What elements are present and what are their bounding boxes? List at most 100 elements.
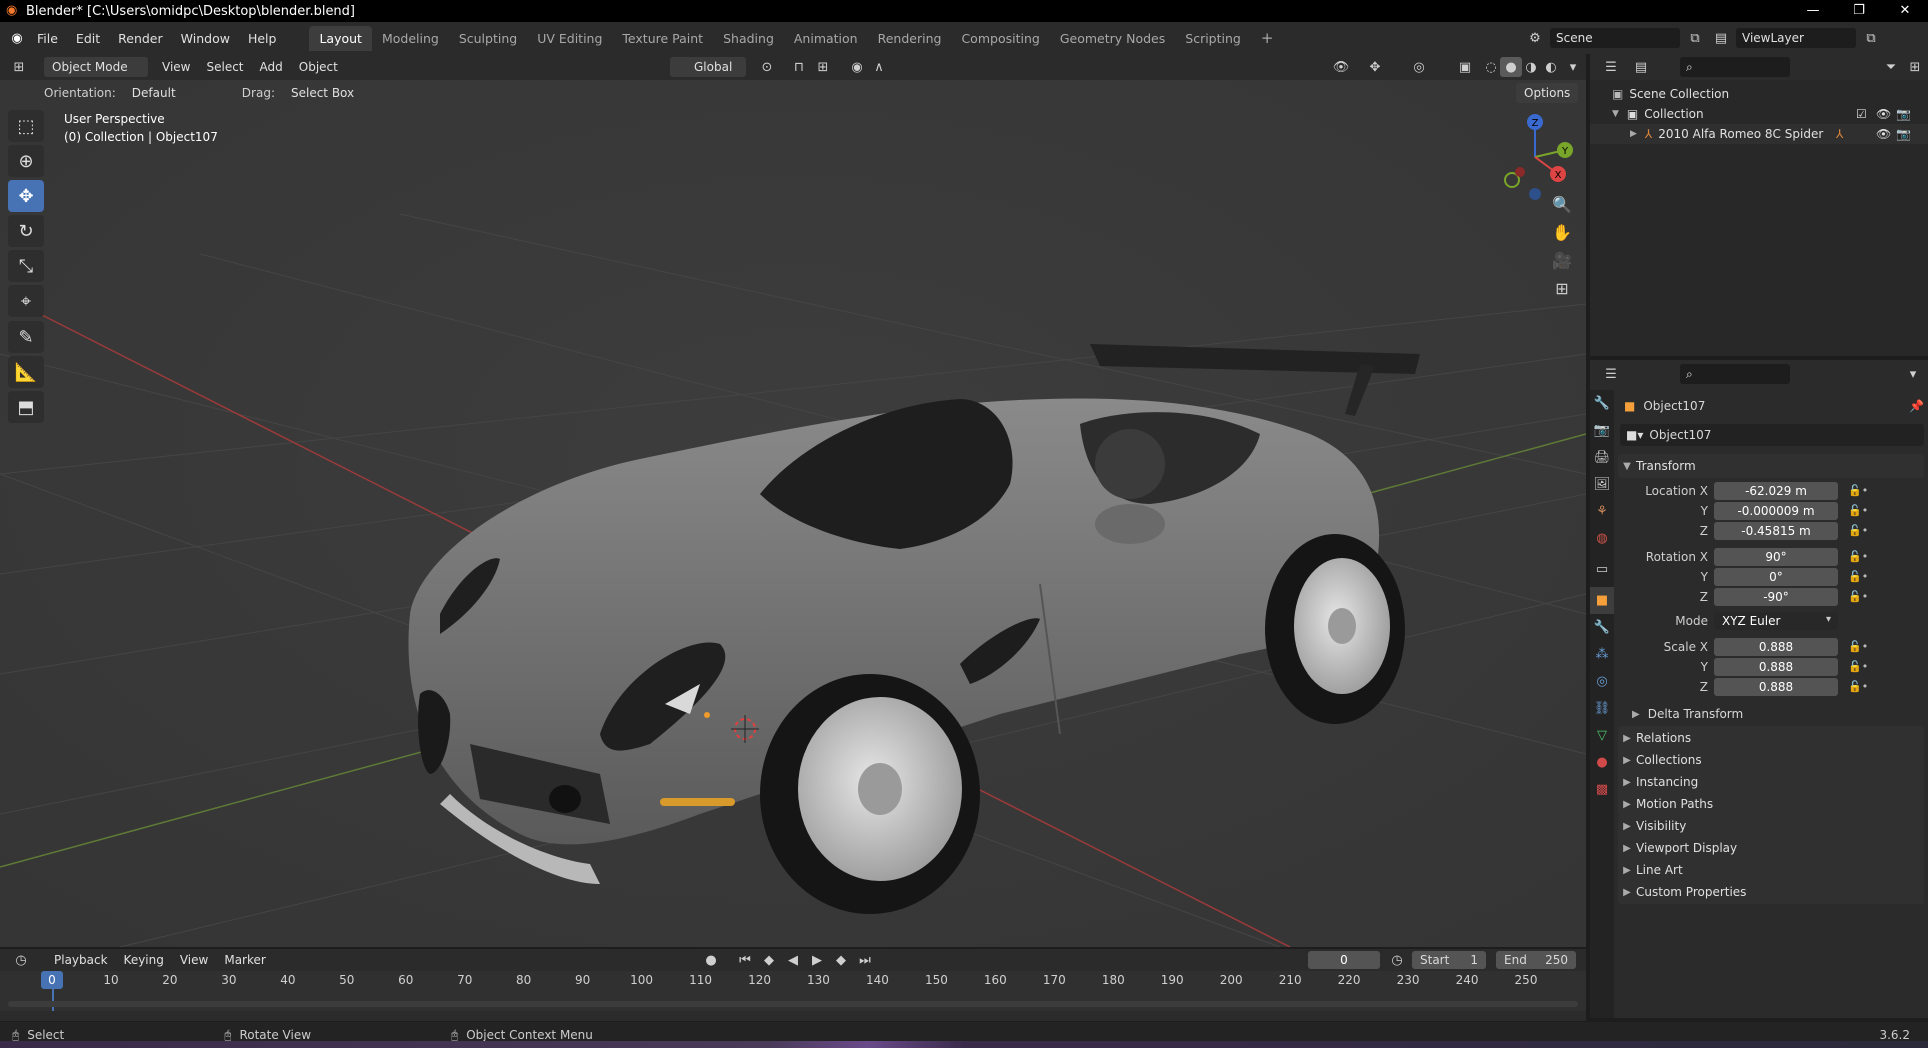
move-tool-icon[interactable]: ✥ — [8, 180, 44, 212]
lock-icon[interactable]: 🔓• — [1848, 504, 1868, 517]
camera-icon[interactable]: 📷 — [1896, 107, 1911, 121]
tab-layout[interactable]: Layout — [309, 25, 372, 51]
material-tab-icon[interactable]: ● — [1590, 749, 1614, 776]
modifier-tab-icon[interactable]: 🔧 — [1590, 614, 1614, 641]
lock-icon[interactable]: 🔓• — [1848, 484, 1868, 497]
rendered-shading-icon[interactable]: ◐ — [1540, 57, 1562, 77]
drag-dropdown[interactable]: Select Box — [283, 83, 362, 103]
menu-window[interactable]: Window — [172, 31, 239, 46]
menu-edit[interactable]: Edit — [67, 31, 109, 46]
lock-icon[interactable]: 🔓• — [1848, 524, 1868, 537]
minimize-button[interactable]: — — [1790, 0, 1836, 22]
display-mode-icon[interactable]: ▤ — [1630, 57, 1652, 77]
gizmo-neg-z[interactable] — [1529, 188, 1541, 200]
maximize-button[interactable]: ❐ — [1836, 0, 1882, 22]
snap-icon[interactable]: ⊓ — [788, 57, 810, 77]
menu-timeline-view[interactable]: View — [172, 950, 216, 970]
add-workspace-button[interactable]: + — [1251, 24, 1284, 52]
scene-field[interactable]: Scene — [1550, 28, 1680, 48]
pin-icon[interactable]: 📌 — [1909, 399, 1924, 413]
location-z-field[interactable]: -0.45815 m — [1714, 522, 1838, 540]
motion-paths-panel-header[interactable]: ▶ Motion Paths — [1618, 792, 1924, 816]
end-frame-field[interactable]: End 250 — [1496, 951, 1576, 969]
transform-tool-icon[interactable]: ⌖ — [8, 285, 44, 317]
prev-keyframe-icon[interactable]: ◆ — [758, 950, 780, 970]
menu-marker[interactable]: Marker — [216, 950, 273, 970]
tab-sculpting[interactable]: Sculpting — [449, 26, 527, 51]
viewlayer-icon[interactable]: ▤ — [1710, 28, 1732, 48]
menu-render[interactable]: Render — [109, 31, 172, 46]
menu-select[interactable]: Select — [198, 57, 251, 77]
clock-icon[interactable]: ◷ — [1386, 950, 1408, 970]
tab-uv-editing[interactable]: UV Editing — [527, 26, 612, 51]
custom-properties-panel-header[interactable]: ▶ Custom Properties — [1618, 880, 1924, 904]
lock-icon[interactable]: 🔓• — [1848, 590, 1868, 603]
tab-modeling[interactable]: Modeling — [372, 26, 449, 51]
menu-view[interactable]: View — [154, 57, 198, 77]
expand-chevron-icon[interactable]: ▶ — [1630, 129, 1637, 139]
record-icon[interactable]: ● — [700, 950, 722, 970]
scene-icon[interactable]: ⚙ — [1524, 28, 1546, 48]
shading-dropdown-icon[interactable]: ▾ — [1562, 57, 1584, 77]
tab-animation[interactable]: Animation — [784, 26, 868, 51]
scale-z-field[interactable]: 0.888 — [1714, 678, 1838, 696]
rotation-z-field[interactable]: -90° — [1714, 588, 1838, 606]
editor-type-icon[interactable]: ⊞ — [8, 57, 30, 77]
menu-keying[interactable]: Keying — [116, 950, 172, 970]
outliner-search-input[interactable]: ⌕ — [1680, 57, 1790, 77]
lock-icon[interactable]: 🔓• — [1848, 680, 1868, 693]
orientation-dropdown[interactable]: Default — [124, 83, 218, 103]
data-tab-icon[interactable]: ▽ — [1590, 722, 1614, 749]
line-art-panel-header[interactable]: ▶ Line Art — [1618, 858, 1924, 882]
render-tab-icon[interactable]: 📷 — [1590, 417, 1614, 444]
menu-playback[interactable]: Playback — [46, 950, 116, 970]
snap-target-icon[interactable]: ⊞ — [812, 57, 834, 77]
rotation-mode-dropdown[interactable]: XYZ Euler — [1714, 612, 1838, 630]
navigation-gizmo[interactable]: Z Y X — [1490, 112, 1580, 202]
solid-shading-icon[interactable]: ● — [1500, 57, 1522, 77]
scene-tab-icon[interactable]: ⚘ — [1590, 498, 1614, 525]
outliner-editor-icon[interactable]: ☰ — [1600, 57, 1622, 77]
overlay-toggle-icon[interactable]: ◎ — [1408, 57, 1430, 77]
tab-scripting[interactable]: Scripting — [1175, 26, 1251, 51]
scale-y-field[interactable]: 0.888 — [1714, 658, 1838, 676]
material-shading-icon[interactable]: ◑ — [1520, 57, 1542, 77]
jump-start-icon[interactable]: ⏮ — [734, 950, 756, 970]
transform-panel-header[interactable]: ▼ Transform — [1618, 454, 1924, 478]
new-viewlayer-icon[interactable]: ⧉ — [1860, 28, 1882, 48]
current-frame-field[interactable]: 0 — [1308, 951, 1380, 969]
proportional-edit-icon[interactable]: ◉ — [846, 57, 868, 77]
camera-view-icon[interactable]: 🎥 — [1548, 246, 1576, 274]
outliner-row-scene-collection[interactable]: ▣ Scene Collection — [1590, 84, 1928, 104]
location-y-field[interactable]: -0.000009 m — [1714, 502, 1838, 520]
play-reverse-icon[interactable]: ◀ — [782, 950, 804, 970]
timeline-ruler[interactable]: 0 10 20 30 40 50 60 70 80 90 100 110 120 130 140 150 160… — [0, 971, 1586, 1011]
gizmo-toggle-icon[interactable]: ✥ — [1364, 57, 1386, 77]
viewport-scene[interactable] — [0, 54, 1586, 947]
play-icon[interactable]: ▶ — [806, 950, 828, 970]
tool-tab-icon[interactable]: 🔧 — [1590, 390, 1614, 417]
constraints-tab-icon[interactable]: ⛓ — [1590, 695, 1614, 722]
new-collection-icon[interactable]: ⊞ — [1904, 57, 1926, 77]
wireframe-shading-icon[interactable]: ◌ — [1480, 57, 1502, 77]
menu-object[interactable]: Object — [291, 57, 346, 77]
physics-tab-icon[interactable]: ◎ — [1590, 668, 1614, 695]
tab-rendering[interactable]: Rendering — [868, 26, 952, 51]
select-box-tool-icon[interactable]: ⬚ — [8, 110, 44, 142]
menu-help[interactable]: Help — [239, 31, 286, 46]
tab-compositing[interactable]: Compositing — [951, 26, 1049, 51]
texture-tab-icon[interactable]: ▩ — [1590, 776, 1614, 803]
properties-options-icon[interactable]: ▾ — [1902, 364, 1924, 384]
start-frame-field[interactable]: Start 1 — [1412, 951, 1486, 969]
view-layer-tab-icon[interactable]: 🖼 — [1590, 471, 1614, 498]
lock-icon[interactable]: 🔓• — [1848, 660, 1868, 673]
lock-icon[interactable]: 🔓• — [1848, 570, 1868, 583]
viewlayer-field[interactable]: ViewLayer — [1736, 28, 1856, 48]
scale-x-field[interactable]: 0.888 — [1714, 638, 1838, 656]
properties-editor-icon[interactable]: ☰ — [1600, 364, 1622, 384]
blender-menu-icon[interactable]: ◉ — [6, 28, 28, 48]
particles-tab-icon[interactable]: ⁂ — [1590, 641, 1614, 668]
xray-icon[interactable]: ▣ — [1454, 57, 1476, 77]
3d-viewport[interactable]: ⊞ Object Mode View Select Add Object Glo… — [0, 54, 1586, 947]
falloff-icon[interactable]: ∧ — [868, 57, 890, 77]
